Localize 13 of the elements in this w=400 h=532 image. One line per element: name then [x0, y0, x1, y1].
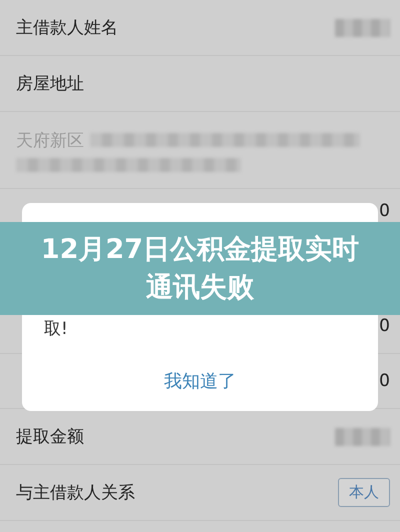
- field-value: 0: [379, 371, 390, 391]
- field-value: 0: [379, 201, 390, 221]
- pixelated-value: [335, 428, 390, 446]
- field-label: 主借款人姓名: [16, 17, 118, 39]
- pixelated-value: [335, 18, 390, 36]
- field-value: 0: [379, 316, 390, 336]
- relation-button[interactable]: 本人: [338, 478, 390, 507]
- field-label: 与主借款人关系: [16, 482, 135, 504]
- dialog-message: 取!: [44, 318, 69, 341]
- banner-title: 12月27日公积金提取实时通讯失败: [40, 232, 360, 304]
- field-label: 提取金额: [16, 426, 84, 448]
- section-label: 房屋地址: [16, 73, 84, 95]
- ok-button[interactable]: 我知道了: [156, 365, 244, 397]
